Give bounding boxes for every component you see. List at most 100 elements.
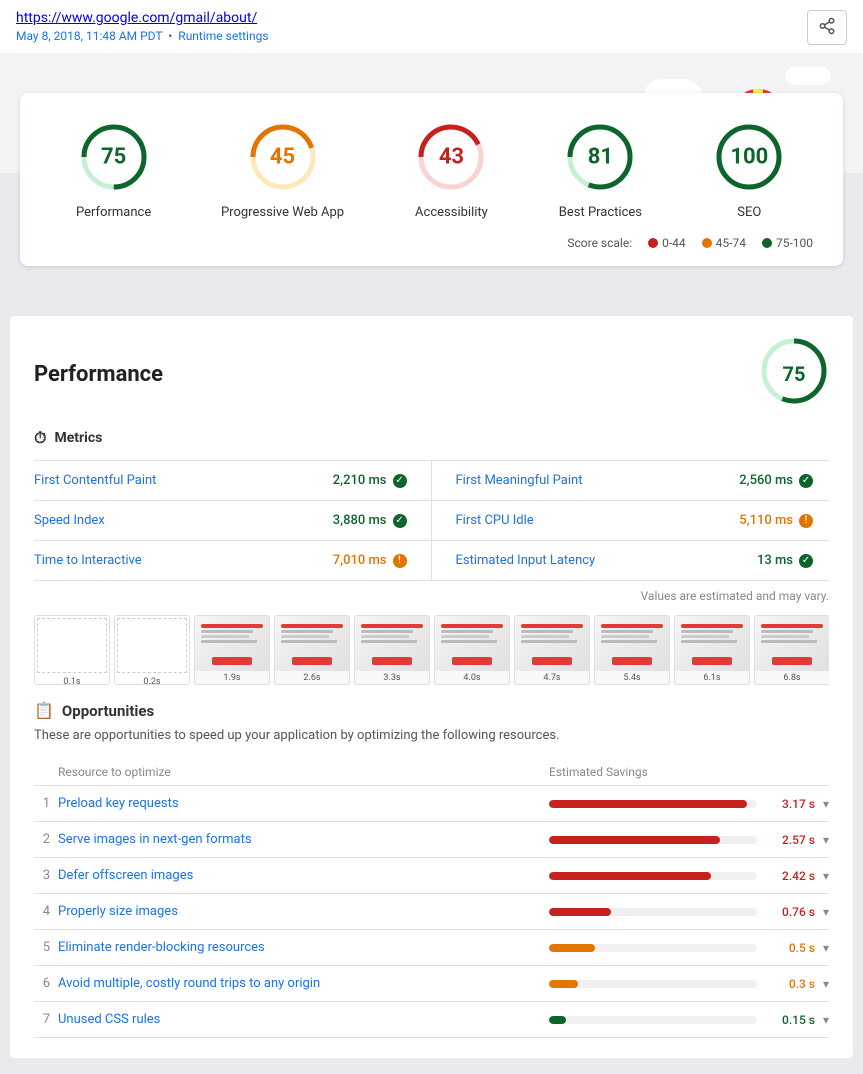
score-item-pwa[interactable]: 45 Progressive Web App: [221, 117, 344, 220]
runtime-settings-link[interactable]: Runtime settings: [178, 29, 268, 43]
opp-row-right: 0.15 s ▾: [549, 1013, 829, 1027]
opp-row-left: 3 Defer offscreen images: [34, 868, 549, 883]
metric-name: Speed Index: [34, 513, 105, 528]
status-dot-green: ✓: [799, 474, 813, 488]
performance-score-circle: 75: [759, 336, 829, 412]
opp-savings: 2.57 s: [765, 833, 815, 847]
opp-row-right: 0.5 s ▾: [549, 941, 829, 955]
opp-bar: [549, 908, 611, 916]
opp-row-left: 4 Properly size images: [34, 904, 549, 919]
score-value-pwa: 45: [270, 145, 295, 170]
score-label-performance: Performance: [76, 205, 151, 220]
filmstrip-frame[interactable]: 6.8s: [754, 615, 829, 685]
score-label-accessibility: Accessibility: [415, 205, 488, 220]
score-circle-accessibility: 43: [411, 117, 491, 197]
status-dot-green: ✓: [799, 554, 813, 568]
opp-name: Preload key requests: [58, 796, 179, 811]
opp-name: Avoid multiple, costly round trips to an…: [58, 976, 320, 991]
metric-name: First CPU Idle: [456, 513, 534, 528]
metric-row-0: First Contentful Paint 2,210 ms ✓: [34, 461, 432, 501]
opp-savings: 0.5 s: [765, 941, 815, 955]
opp-row-left: 1 Preload key requests: [34, 796, 549, 811]
scale-green: 75-100: [762, 236, 813, 250]
score-value-best-practices: 81: [588, 145, 613, 170]
metric-value: 2,560 ms ✓: [739, 473, 813, 488]
opp-row: 2 Serve images in next-gen formats 2.57 …: [34, 822, 829, 858]
opp-num: 1: [34, 796, 50, 811]
score-item-accessibility[interactable]: 43 Accessibility: [411, 117, 491, 220]
opp-savings: 3.17 s: [765, 797, 815, 811]
scale-red: 0-44: [648, 236, 686, 250]
score-scale: Score scale: 0-44 45-74 75-100: [40, 236, 823, 250]
chevron-icon[interactable]: ▾: [823, 941, 829, 955]
chevron-icon[interactable]: ▾: [823, 1013, 829, 1027]
share-button[interactable]: [807, 10, 847, 45]
opp-savings: 0.76 s: [765, 905, 815, 919]
metric-row-4: Time to Interactive 7,010 ms !: [34, 541, 432, 581]
timestamp: May 8, 2018, 11:48 AM PDT: [16, 29, 162, 43]
opp-bar-container: [549, 800, 757, 808]
filmstrip-frame[interactable]: 3.3s: [354, 615, 430, 685]
score-circle-seo: 100: [709, 117, 789, 197]
opp-savings: 0.15 s: [765, 1013, 815, 1027]
clock-icon: ⏱: [34, 428, 46, 448]
score-item-best-practices[interactable]: 81 Best Practices: [559, 117, 642, 220]
metric-value: 3,880 ms ✓: [333, 513, 407, 528]
score-circle-pwa: 45: [243, 117, 323, 197]
chevron-icon[interactable]: ▾: [823, 833, 829, 847]
page-url[interactable]: https://www.google.com/gmail/about/: [16, 10, 269, 26]
opp-row: 1 Preload key requests 3.17 s ▾: [34, 786, 829, 822]
filmstrip-frame[interactable]: 4.0s: [434, 615, 510, 685]
main-content: Performance 75 ⏱ Metrics First Contentfu…: [10, 316, 853, 1058]
score-value-seo: 100: [730, 145, 768, 170]
opp-bar: [549, 944, 595, 952]
scores-card: 75 Performance 45 Progressive Web App 43…: [20, 93, 843, 266]
score-scale-label: Score scale:: [567, 236, 632, 250]
filmstrip-frame[interactable]: 0.1s: [34, 615, 110, 685]
opp-bar-container: [549, 872, 757, 880]
filmstrip-frame[interactable]: 5.4s: [594, 615, 670, 685]
filmstrip-frame[interactable]: 1.9s: [194, 615, 270, 685]
opp-row: 3 Defer offscreen images 2.42 s ▾: [34, 858, 829, 894]
metric-value: 2,210 ms ✓: [333, 473, 407, 488]
cloud-icon-2: [783, 59, 833, 89]
top-bar: https://www.google.com/gmail/about/ May …: [0, 0, 863, 53]
scale-dot-green: [762, 238, 772, 248]
opp-row-right: 0.76 s ▾: [549, 905, 829, 919]
score-item-seo[interactable]: 100 SEO: [709, 117, 789, 220]
metric-value: 5,110 ms !: [739, 513, 813, 528]
metric-name: Estimated Input Latency: [456, 553, 596, 568]
score-value-accessibility: 43: [439, 145, 464, 170]
score-item-performance[interactable]: 75 Performance: [74, 117, 154, 220]
opp-row-right: 2.42 s ▾: [549, 869, 829, 883]
opp-bar-container: [549, 944, 757, 952]
metric-value: 7,010 ms !: [333, 553, 407, 568]
filmstrip-frame[interactable]: 2.6s: [274, 615, 350, 685]
chevron-icon[interactable]: ▾: [823, 977, 829, 991]
opp-name: Serve images in next-gen formats: [58, 832, 252, 847]
opp-num: 4: [34, 904, 50, 919]
scale-dot-red: [648, 238, 658, 248]
metric-name: Time to Interactive: [34, 553, 142, 568]
filmstrip-frame[interactable]: 6.1s: [674, 615, 750, 685]
opp-savings: 0.3 s: [765, 977, 815, 991]
opp-rows: 1 Preload key requests 3.17 s ▾ 2 Serve …: [34, 786, 829, 1038]
chevron-icon[interactable]: ▾: [823, 869, 829, 883]
performance-title: Performance 75: [34, 336, 829, 412]
opp-bar: [549, 800, 747, 808]
opp-num: 3: [34, 868, 50, 883]
opp-row-left: 7 Unused CSS rules: [34, 1012, 549, 1027]
scores-row: 75 Performance 45 Progressive Web App 43…: [40, 117, 823, 220]
filmstrip: 0.1s0.2s 1.9s 2.6s: [34, 615, 829, 685]
opp-name: Unused CSS rules: [58, 1012, 160, 1027]
filmstrip-frame[interactable]: 4.7s: [514, 615, 590, 685]
score-value-performance: 75: [101, 145, 126, 170]
col-resource-label: Resource to optimize: [34, 765, 549, 779]
opp-header: 📋 Opportunities: [34, 701, 829, 720]
chevron-icon[interactable]: ▾: [823, 797, 829, 811]
opp-row-left: 2 Serve images in next-gen formats: [34, 832, 549, 847]
chevron-icon[interactable]: ▾: [823, 905, 829, 919]
filmstrip-frame[interactable]: 0.2s: [114, 615, 190, 685]
status-dot-orange: !: [393, 554, 407, 568]
opp-bar-container: [549, 980, 757, 988]
